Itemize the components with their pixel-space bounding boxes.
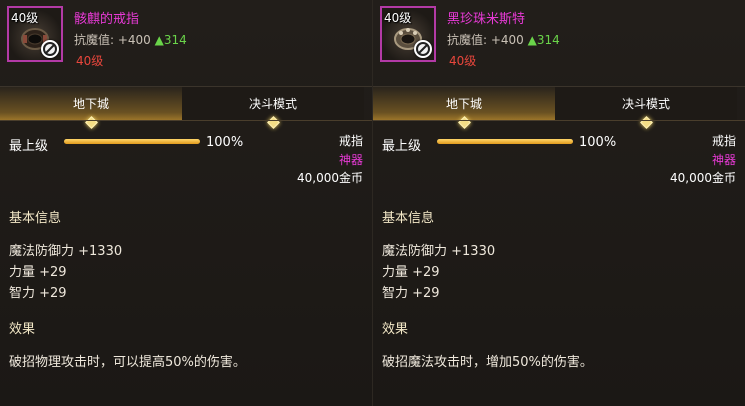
- effect-text: 破招物理攻击时，可以提高50%的伤害。: [9, 355, 246, 370]
- tab-duel-label: 决斗模式: [621, 97, 670, 111]
- item-price: 40,000金币: [670, 171, 736, 185]
- grade-percent: 100%: [579, 135, 617, 150]
- item-rarity: 神器: [338, 153, 363, 167]
- item-name: 骸麒的戒指: [74, 12, 140, 27]
- item-tooltip-left: 40级 骸麒的戒指 抗魔值: +400 ▲314 40级 地下城 决斗模式 最上…: [0, 0, 372, 406]
- grade-progress-bar: [437, 139, 573, 144]
- grade-label: 最上级: [382, 139, 422, 154]
- stat-line: 智力 +29: [9, 286, 67, 301]
- no-entry-icon: [41, 40, 59, 58]
- tab-duel-mode[interactable]: 决斗模式: [555, 87, 737, 129]
- tab-indicator-icon: [85, 116, 98, 129]
- tab-indicator-icon: [458, 116, 471, 129]
- item-type: 戒指: [338, 134, 363, 148]
- item-type: 戒指: [711, 134, 736, 148]
- tab-dungeon[interactable]: 地下城: [0, 87, 182, 129]
- grade-label: 最上级: [9, 139, 49, 154]
- effect-title: 效果: [9, 322, 36, 337]
- item-icon-left[interactable]: 40级: [7, 6, 63, 62]
- magic-resist-value: 抗魔值: +400 ▲314: [447, 31, 560, 48]
- no-entry-icon: [414, 40, 432, 58]
- grade-progress-fill: [64, 139, 200, 144]
- tab-divider: [373, 120, 745, 121]
- tab-indicator-icon: [640, 116, 653, 129]
- stat-line: 魔法防御力 +1330: [9, 244, 123, 259]
- grade-progress-bar: [64, 139, 200, 144]
- item-icon-right[interactable]: 40级: [380, 6, 436, 62]
- item-icon-level: 40级: [11, 11, 39, 25]
- mode-tabs: 地下城 决斗模式: [373, 86, 745, 129]
- tab-duel-label: 决斗模式: [248, 97, 297, 111]
- item-price: 40,000金币: [297, 171, 363, 185]
- resist-increase: ▲314: [154, 33, 187, 47]
- resist-increase: ▲314: [527, 33, 560, 47]
- required-level: 40级: [449, 54, 477, 68]
- item-rarity: 神器: [711, 153, 736, 167]
- resist-label: 抗魔值: +400: [74, 33, 151, 47]
- tab-dungeon-label: 地下城: [72, 97, 109, 111]
- grade-progress-fill: [437, 139, 573, 144]
- tab-duel-mode[interactable]: 决斗模式: [182, 87, 364, 129]
- effect-title: 效果: [382, 322, 409, 337]
- basic-info-title: 基本信息: [382, 211, 435, 226]
- resist-label: 抗魔值: +400: [447, 33, 524, 47]
- required-level: 40级: [76, 54, 104, 68]
- item-tooltip-right: 40级 黑珍珠米斯特 抗魔值: +400 ▲314 40级 地下城 决斗模式 最…: [373, 0, 745, 406]
- grade-percent: 100%: [206, 135, 244, 150]
- item-name: 黑珍珠米斯特: [447, 12, 526, 27]
- basic-info-title: 基本信息: [9, 211, 62, 226]
- stat-line: 魔法防御力 +1330: [382, 244, 496, 259]
- tab-divider: [0, 120, 372, 121]
- stat-line: 力量 +29: [9, 265, 67, 280]
- stat-line: 智力 +29: [382, 286, 440, 301]
- stat-line: 力量 +29: [382, 265, 440, 280]
- tab-dungeon-label: 地下城: [445, 97, 482, 111]
- mode-tabs: 地下城 决斗模式: [0, 86, 372, 129]
- tab-dungeon[interactable]: 地下城: [373, 87, 555, 129]
- effect-text: 破招魔法攻击时，增加50%的伤害。: [382, 355, 593, 370]
- tab-indicator-icon: [267, 116, 280, 129]
- item-icon-level: 40级: [384, 11, 412, 25]
- magic-resist-value: 抗魔值: +400 ▲314: [74, 31, 187, 48]
